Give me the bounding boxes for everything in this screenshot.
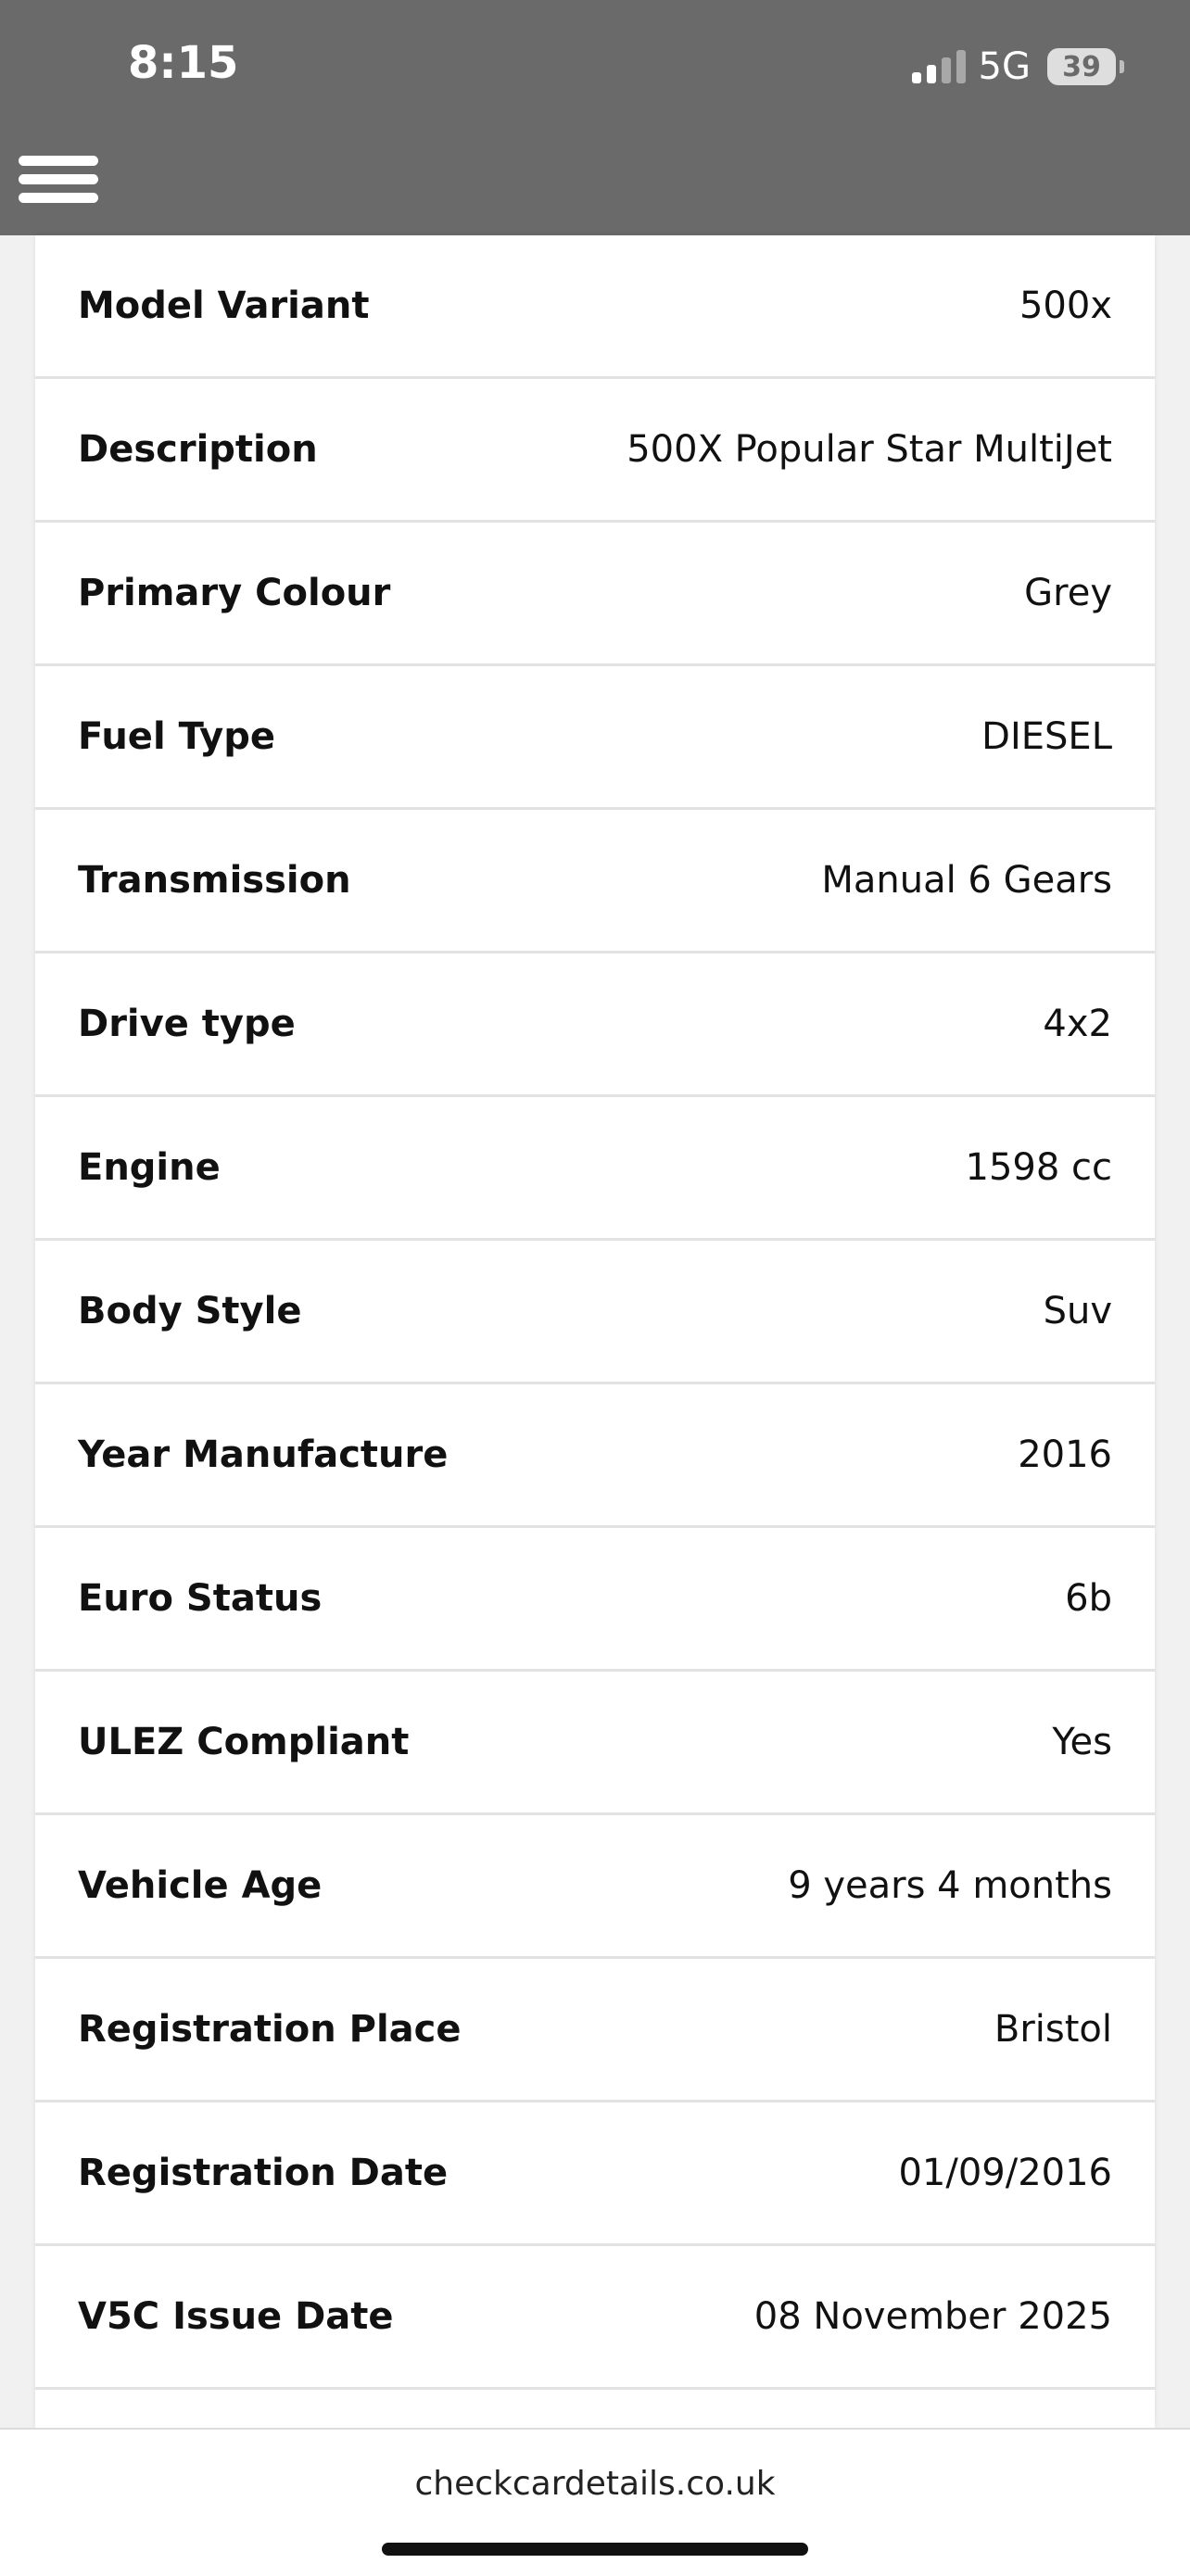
row-value: DIESEL [981, 715, 1112, 758]
browser-bottom-bar: checkcardetails.co.uk [0, 2428, 1190, 2576]
table-row: Year Manufacture 2016 [35, 1384, 1155, 1528]
table-row: Vehicle Age 9 years 4 months [35, 1815, 1155, 1959]
row-value: 08 November 2025 [753, 2295, 1112, 2338]
row-value: 9 years 4 months [788, 1864, 1112, 1907]
top-header: 8:15 5G 39 [0, 0, 1190, 235]
row-label: Registration Date [78, 2152, 449, 2194]
table-row: ULEZ Compliant Yes [35, 1672, 1155, 1815]
row-value: 500x [1019, 284, 1112, 327]
row-label: Model Variant [78, 284, 370, 327]
row-label: ULEZ Compliant [78, 1721, 410, 1763]
row-label: Transmission [78, 859, 351, 902]
row-label: Description [78, 428, 318, 471]
battery-level: 39 [1062, 50, 1101, 83]
row-label: Year Manufacture [78, 1433, 449, 1476]
row-label: Body Style [78, 1290, 302, 1332]
row-label: Engine [78, 1146, 221, 1189]
network-type: 5G [978, 45, 1031, 88]
row-label: Fuel Type [78, 715, 275, 758]
row-label: V5C Issue Date [78, 2295, 394, 2338]
row-value: 6b [1065, 1577, 1112, 1620]
row-value: 500X Popular Star MultiJet [627, 428, 1112, 471]
table-row: Fuel Type DIESEL [35, 666, 1155, 810]
table-row: V5C Issue Date 08 November 2025 [35, 2246, 1155, 2390]
table-row: Description 500X Popular Star MultiJet [35, 379, 1155, 523]
row-label: Drive type [78, 1003, 296, 1045]
table-row: Primary Colour Grey [35, 523, 1155, 666]
table-row: Registration Place Bristol [35, 1959, 1155, 2102]
row-value: 2016 [1018, 1433, 1112, 1476]
table-row: Engine 1598 cc [35, 1097, 1155, 1241]
row-value: 1598 cc [965, 1146, 1113, 1189]
home-indicator[interactable] [382, 2543, 808, 2556]
table-row: Body Style Suv [35, 1241, 1155, 1384]
row-label: Registration Place [78, 2008, 462, 2051]
status-indicators: 5G 39 [911, 41, 1124, 93]
table-row: Drive type 4x2 [35, 953, 1155, 1097]
row-value: Bristol [994, 2008, 1112, 2051]
row-value: 01/09/2016 [898, 2152, 1112, 2194]
table-row: Transmission Manual 6 Gears [35, 810, 1155, 953]
row-value: Suv [1043, 1290, 1112, 1332]
cellular-signal-icon [911, 50, 966, 83]
status-time: 8:15 [128, 37, 239, 89]
row-value: Grey [1024, 572, 1112, 614]
row-label: Euro Status [78, 1577, 323, 1620]
hamburger-menu-icon[interactable] [19, 152, 98, 209]
table-row: Registration Date 01/09/2016 [35, 2102, 1155, 2246]
table-row: Euro Status 6b [35, 1528, 1155, 1672]
address-bar-url[interactable]: checkcardetails.co.uk [0, 2465, 1190, 2503]
row-label: Primary Colour [78, 572, 391, 614]
row-value: Manual 6 Gears [821, 859, 1112, 902]
table-row: Model Variant 500x [35, 235, 1155, 379]
vehicle-details-table: Model Variant 500x Description 500X Popu… [35, 235, 1155, 2428]
row-value: Yes [1052, 1721, 1112, 1763]
row-label: Vehicle Age [78, 1864, 323, 1907]
row-value: 4x2 [1043, 1003, 1112, 1045]
battery-icon: 39 [1047, 48, 1124, 85]
